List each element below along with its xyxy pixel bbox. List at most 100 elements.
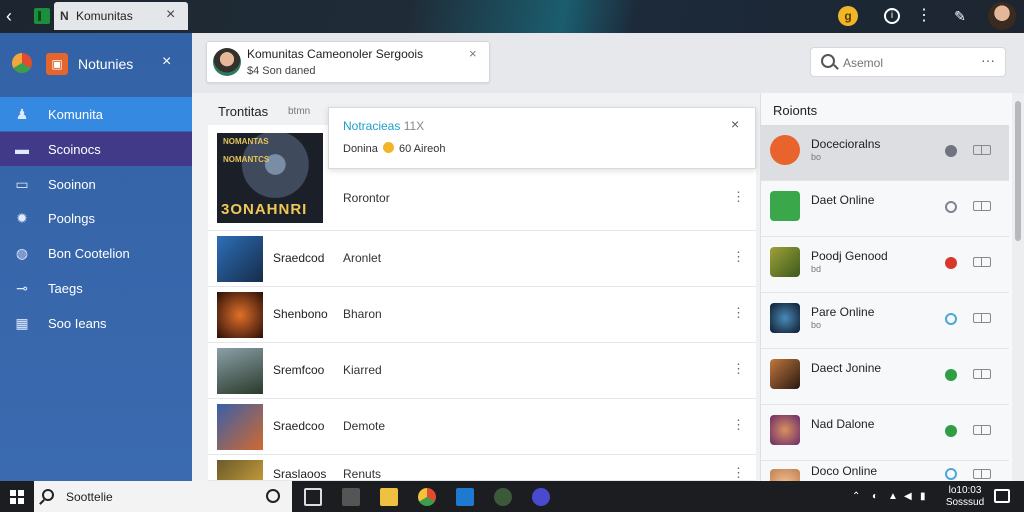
status-icon [945, 369, 957, 381]
gear-icon: ✹ [16, 210, 28, 226]
list-item[interactable]: Shenbono Bharon ⋮ [208, 287, 756, 343]
folder-icon[interactable] [380, 488, 398, 506]
browser-tab[interactable]: N Komunitas × [54, 2, 188, 30]
friend-item[interactable]: Docecioralns bo [761, 125, 1009, 181]
more-vertical-icon[interactable]: ⋮ [732, 249, 745, 265]
friend-item[interactable]: Nad Dalone [761, 405, 1009, 461]
list-icon: ▬ [15, 141, 29, 157]
close-icon[interactable]: × [162, 53, 171, 71]
friend-name: Docecioralns [811, 137, 881, 151]
calculator-icon[interactable] [342, 488, 360, 506]
popup-title-text: Notracieas [343, 119, 401, 133]
row-name: Sraedcoo [273, 419, 325, 433]
friend-item[interactable]: Daect Jonine [761, 349, 1009, 405]
list-item[interactable]: Sremfcoo Kiarred ⋮ [208, 343, 756, 399]
sidebar-item-taegs[interactable]: ⊸ Taegs [0, 271, 192, 305]
popup-body-prefix: Donina [343, 143, 378, 155]
info-icon[interactable]: i [884, 8, 900, 24]
notification-center-icon[interactable] [994, 489, 1010, 503]
friend-name: Doco Online [811, 464, 878, 478]
windows-start-icon[interactable] [10, 490, 24, 504]
toggle-icon[interactable] [973, 201, 991, 211]
coin-icon[interactable]: g [838, 6, 858, 26]
friend-item[interactable]: Poodj Genood bd [761, 237, 1009, 293]
task-view-icon[interactable] [304, 488, 322, 506]
taskbar-clock[interactable]: lo10:03 Sosssud [944, 485, 986, 509]
more-vertical-icon[interactable]: ⋮ [732, 361, 745, 377]
toggle-icon[interactable] [973, 313, 991, 323]
list-item[interactable]: Sraedcod Aronlet ⋮ [208, 231, 756, 287]
more-vertical-icon[interactable]: ⋮ [732, 305, 745, 321]
sidebar-item-label: Komunita [48, 107, 103, 122]
friend-item[interactable]: Daet Online [761, 181, 1009, 237]
search-input[interactable] [843, 54, 973, 72]
taskbar-search[interactable]: Soottelie [34, 481, 292, 512]
more-vertical-icon[interactable]: ⋮ [732, 189, 745, 205]
app-icon[interactable] [532, 488, 550, 506]
tab-favicon-icon: N [60, 9, 69, 23]
popup-body-suffix: 60 Aireoh [398, 143, 446, 155]
app-logo-icon: ▣ [46, 53, 68, 75]
sidebar-item-label: Sooinon [48, 177, 96, 192]
close-icon[interactable]: × [469, 46, 477, 61]
friend-sub: bo [811, 320, 822, 330]
status-icon [945, 468, 957, 480]
arrow-left-icon[interactable]: ‹ [6, 6, 26, 26]
chevron-up-icon[interactable]: ⌃ [852, 491, 860, 502]
avatar[interactable] [988, 2, 1016, 30]
more-horizontal-icon[interactable]: ··· [981, 52, 995, 68]
sidebar-item-komunita[interactable]: ♟ Komunita [0, 97, 200, 131]
edge-icon[interactable] [456, 488, 474, 506]
chrome-icon[interactable] [418, 488, 436, 506]
avatar [770, 135, 800, 165]
toggle-icon[interactable] [973, 145, 991, 155]
coin-icon [382, 142, 394, 153]
toggle-icon[interactable] [973, 257, 991, 267]
taskbar: Soottelie ⌃ ◐ ▲ ◀ ▮ lo10:03 Sosssud [0, 481, 1024, 512]
scrollbar[interactable] [1012, 93, 1024, 481]
xbox-icon[interactable] [494, 488, 512, 506]
tray-icon[interactable]: ◐ [872, 491, 878, 502]
pin-icon[interactable]: ✎ [950, 6, 970, 26]
avatar [770, 303, 800, 333]
popup-title: Notracieas 11X [343, 119, 424, 133]
cortana-icon[interactable] [266, 489, 280, 503]
avatar [770, 247, 800, 277]
friend-name: Daet Online [811, 193, 875, 207]
close-icon[interactable]: × [731, 116, 739, 132]
game-thumbnail [217, 236, 263, 282]
volume-icon[interactable]: ◀ [904, 491, 912, 502]
sidebar-item-label: Taegs [48, 281, 83, 296]
more-vertical-icon[interactable]: ⋮ [732, 465, 745, 480]
sidebar-item-poolngs[interactable]: ✹ Poolngs [0, 201, 192, 235]
sidebar: ▣ Notunies × ♟ Komunita ▬ Scoinocs ▭ Soo… [0, 33, 200, 481]
close-icon[interactable]: × [166, 6, 175, 24]
row-status: Aronlet [343, 251, 382, 265]
more-vertical-icon[interactable]: ⋮ [732, 417, 745, 433]
friend-item[interactable]: Doco Online [761, 459, 1009, 481]
toggle-icon[interactable] [973, 425, 991, 435]
sidebar-item-scoinocs[interactable]: ▬ Scoinocs [0, 132, 192, 166]
friend-item[interactable]: Pare Online bo [761, 293, 1009, 349]
search-icon [42, 489, 54, 501]
search-box[interactable]: ··· [810, 47, 1006, 77]
taskbar-search-text: Soottelie [66, 490, 113, 504]
toggle-icon[interactable] [973, 369, 991, 379]
sidebar-item-soo-ieans[interactable]: ▦ Soo Ieans [0, 306, 192, 340]
avatar [770, 415, 800, 445]
status-icon [945, 257, 957, 269]
row-status: Kiarred [343, 363, 382, 377]
toggle-icon[interactable] [973, 469, 991, 479]
scrollbar-thumb[interactable] [1015, 101, 1021, 241]
battery-icon[interactable]: ▮ [920, 491, 926, 502]
list-item[interactable]: Sraedcoo Demote ⋮ [208, 399, 756, 455]
sidebar-item-bon-cootelion[interactable]: ◍ Bon Cootelion [0, 236, 192, 270]
list-item[interactable]: Sraslaoos Renuts ⋮ [208, 455, 756, 481]
app-icon [34, 8, 50, 24]
row-name: Sraslaoos [273, 467, 327, 481]
sidebar-item-sooinon[interactable]: ▭ Sooinon [0, 167, 192, 201]
notification-card[interactable]: Komunitas Cameonoler Sergoois $4 Son dan… [206, 41, 490, 83]
page-subtitle: btmn [288, 106, 311, 117]
more-vertical-icon[interactable]: ⋮ [914, 6, 934, 26]
network-icon[interactable]: ▲ [888, 491, 898, 502]
